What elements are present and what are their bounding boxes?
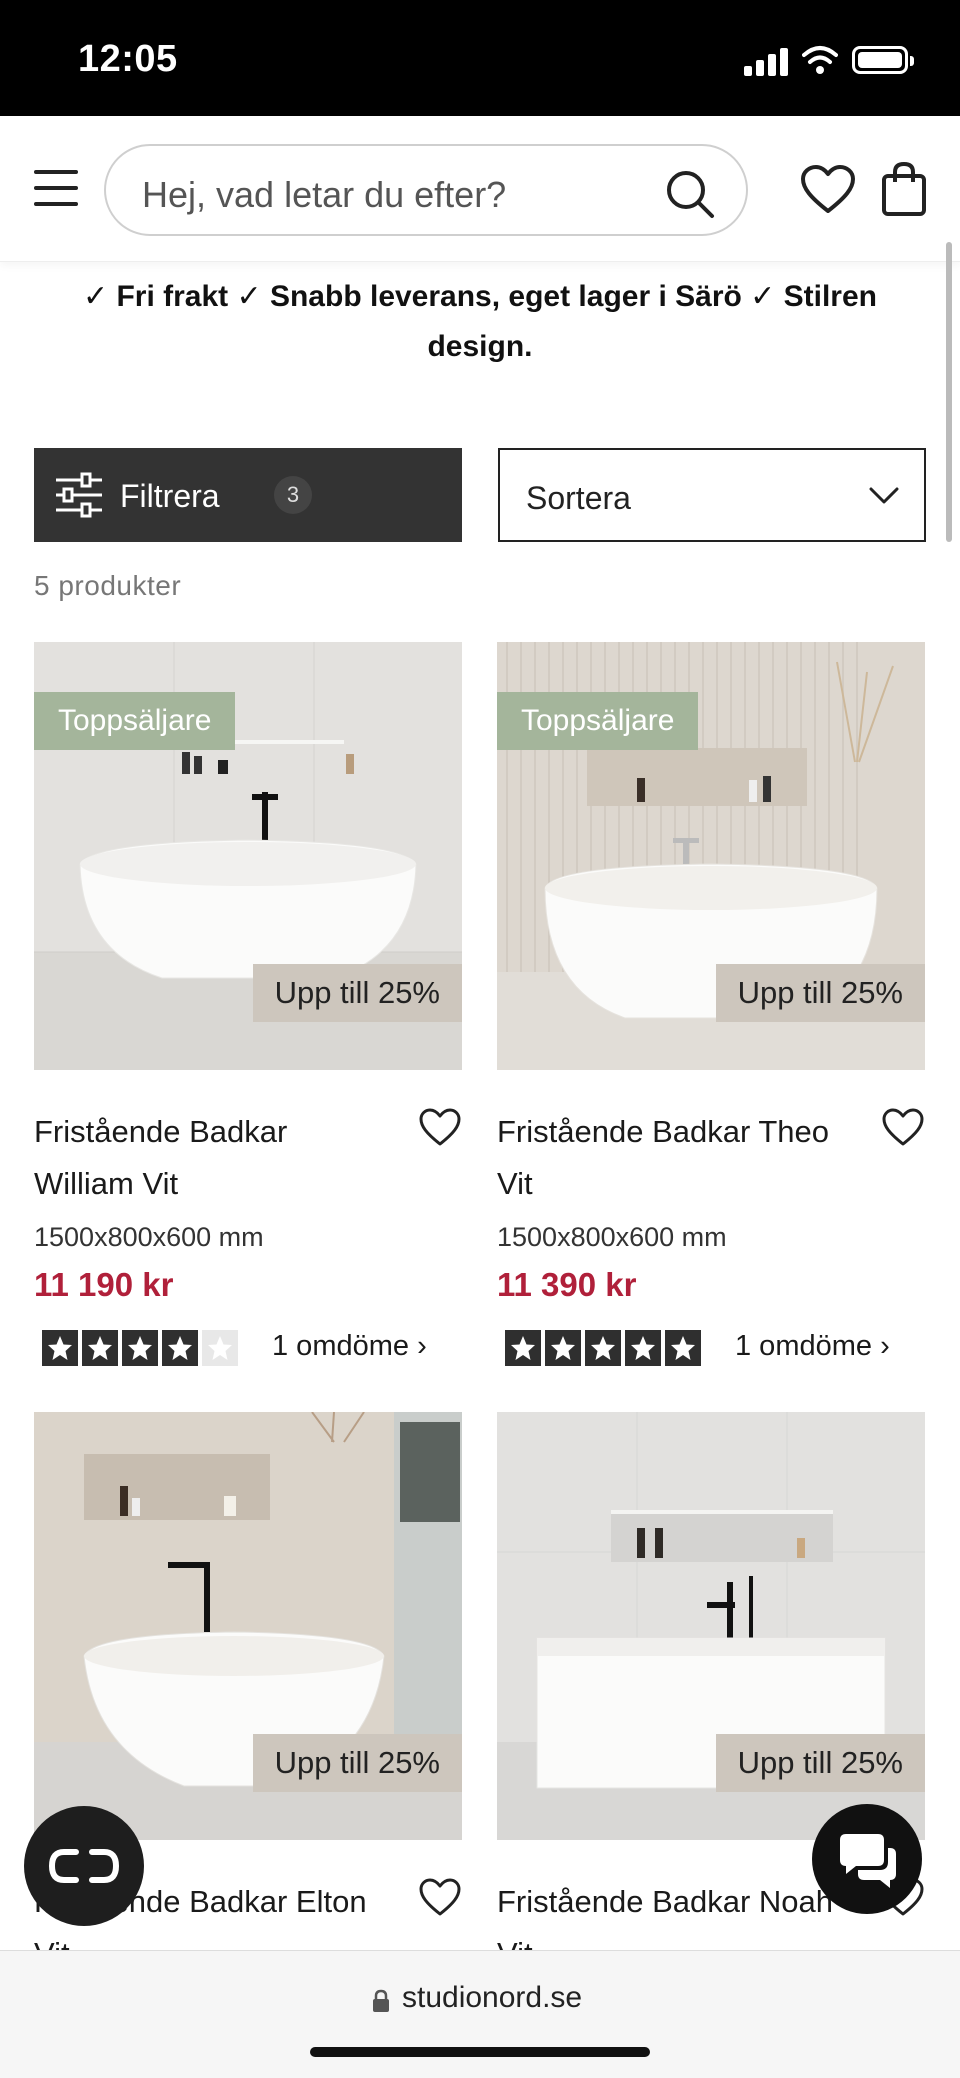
shopping-bag-icon[interactable] <box>880 160 928 218</box>
rating-stars <box>42 1330 238 1366</box>
menu-icon[interactable] <box>34 170 78 206</box>
product-dimensions: 1500x800x600 mm <box>34 1222 264 1252</box>
product-card[interactable]: Toppsäljare Upp till 25% Fristående Badk… <box>497 642 925 1382</box>
favorite-heart-icon[interactable] <box>418 1108 462 1148</box>
url-text: studionord.se <box>402 1981 583 2014</box>
product-image[interactable]: Upp till 25% <box>34 1412 462 1840</box>
review-count-link[interactable]: 1 omdöme › <box>735 1330 890 1363</box>
loop-icon <box>48 1849 120 1883</box>
filter-label: Filtrera <box>120 478 220 514</box>
star-filled-icon <box>42 1330 78 1366</box>
status-bar: 12:05 <box>0 0 960 116</box>
product-count: 5 produkter <box>34 570 182 601</box>
review-count-link[interactable]: 1 omdöme › <box>272 1330 427 1363</box>
battery-icon <box>852 46 914 74</box>
star-filled-icon <box>505 1330 541 1366</box>
star-filled-icon <box>162 1330 198 1366</box>
search-input[interactable]: Hej, vad letar du efter? <box>104 144 748 236</box>
product-image[interactable]: Toppsäljare Upp till 25% <box>497 642 925 1070</box>
product-name[interactable]: Fristående Badkar Theo Vit <box>497 1106 857 1210</box>
page-scrollbar[interactable] <box>946 242 952 542</box>
sort-dropdown[interactable]: Sortera <box>498 448 926 542</box>
filter-count-badge: 3 <box>274 476 312 514</box>
product-price: 11 390 kr <box>497 1266 637 1303</box>
site-header: Hej, vad letar du efter? <box>0 116 960 262</box>
search-placeholder: Hej, vad letar du efter? <box>142 174 507 215</box>
bestseller-badge: Toppsäljare <box>497 692 699 750</box>
product-name[interactable]: Fristående Badkar William Vit <box>34 1106 394 1210</box>
product-price: 11 190 kr <box>34 1266 174 1303</box>
sliders-icon <box>56 472 102 518</box>
favorite-heart-icon[interactable] <box>881 1108 925 1148</box>
discount-badge: Upp till 25% <box>252 1734 462 1792</box>
product-image[interactable]: Toppsäljare Upp till 25% <box>34 642 462 1070</box>
star-filled-icon <box>585 1330 621 1366</box>
chat-button[interactable] <box>812 1804 922 1914</box>
browser-url-bar[interactable]: studionord.se <box>0 1950 960 2078</box>
favorite-heart-icon[interactable] <box>418 1878 462 1918</box>
chevron-down-icon <box>869 487 899 504</box>
product-card[interactable]: Toppsäljare Upp till 25% Fristående Badk… <box>34 642 462 1382</box>
home-indicator <box>310 2047 650 2057</box>
star-filled-icon <box>545 1330 581 1366</box>
star-filled-icon <box>665 1330 701 1366</box>
wishlist-heart-icon[interactable] <box>800 164 856 216</box>
star-empty-icon <box>202 1330 238 1366</box>
chat-bubble-icon <box>840 1834 896 1888</box>
star-filled-icon <box>82 1330 118 1366</box>
sort-label: Sortera <box>526 480 631 516</box>
status-time: 12:05 <box>78 38 178 80</box>
cellular-signal-icon <box>744 46 788 76</box>
search-icon[interactable] <box>662 166 718 222</box>
product-image[interactable]: Upp till 25% <box>497 1412 925 1840</box>
bestseller-badge: Toppsäljare <box>34 692 236 750</box>
star-filled-icon <box>625 1330 661 1366</box>
usp-text: ✓ Fri frakt ✓ Snabb leverans, eget lager… <box>83 280 877 363</box>
wifi-icon <box>802 46 838 74</box>
discount-badge: Upp till 25% <box>252 964 462 1022</box>
star-filled-icon <box>122 1330 158 1366</box>
rating-stars <box>505 1330 701 1366</box>
discount-badge: Upp till 25% <box>715 964 925 1022</box>
filter-button[interactable]: Filtrera 3 <box>34 448 462 542</box>
discount-badge: Upp till 25% <box>715 1734 925 1792</box>
product-dimensions: 1500x800x600 mm <box>497 1222 727 1252</box>
lock-icon <box>373 1989 389 2012</box>
loop-shortcut-button[interactable] <box>24 1806 144 1926</box>
